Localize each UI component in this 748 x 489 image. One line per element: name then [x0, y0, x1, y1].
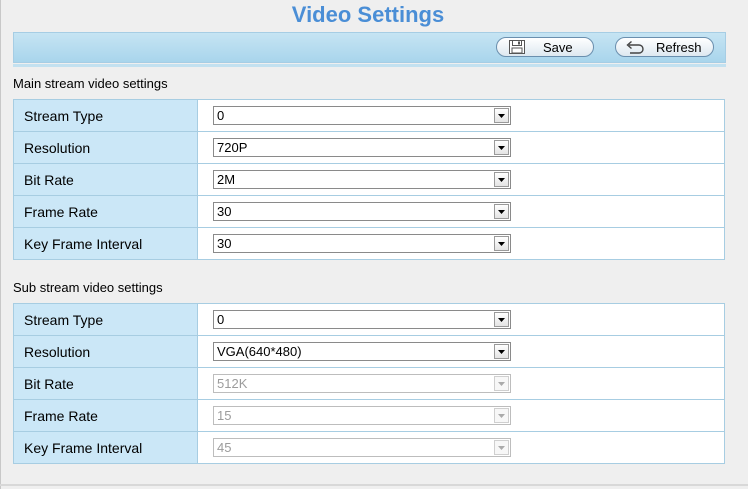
main-value-cell-frame-rate: 30 [197, 195, 725, 228]
sub-resolution-select[interactable]: VGA(640*480) [213, 342, 511, 361]
sub-label-frame-rate: Frame Rate [13, 399, 198, 432]
main-bit-rate-selected-value: 2M [217, 172, 236, 187]
sub-row-key-frame-interval: Key Frame Interval 45 [13, 431, 725, 464]
sub-frame-rate-select: 15 [213, 406, 511, 425]
dropdown-arrow-icon [494, 376, 509, 391]
dropdown-arrow-icon[interactable] [494, 140, 509, 155]
main-resolution-selected-value: 720P [217, 140, 248, 155]
sub-bit-rate-select: 512K [213, 374, 511, 393]
main-label-key-frame-interval: Key Frame Interval [13, 227, 198, 260]
page-bottom-border [0, 484, 748, 486]
floppy-disk-icon [509, 40, 525, 54]
toolbar-divider [13, 64, 726, 67]
main-label-stream-type: Stream Type [13, 99, 198, 132]
main-stream-type-selected-value: 0 [217, 108, 225, 123]
main-value-cell-bit-rate: 2M [197, 163, 725, 196]
dropdown-arrow-icon[interactable] [494, 108, 509, 123]
sub-key-frame-interval-selected-value: 45 [217, 440, 232, 455]
sub-label-resolution: Resolution [13, 335, 198, 368]
sub-value-cell-bit-rate: 512K [197, 367, 725, 400]
dropdown-arrow-icon[interactable] [494, 172, 509, 187]
sub-row-resolution: Resolution VGA(640*480) [13, 335, 725, 368]
main-row-key-frame-interval: Key Frame Interval 30 [13, 227, 725, 260]
main-value-cell-key-frame-interval: 30 [197, 227, 725, 260]
sub-stream-table: Stream Type 0 Resolution VGA(640*480) Bit Ra… [13, 303, 725, 464]
main-key-frame-interval-selected-value: 30 [217, 236, 232, 251]
sub-frame-rate-selected-value: 15 [217, 408, 232, 423]
sub-stream-type-selected-value: 0 [217, 312, 225, 327]
main-stream-type-select[interactable]: 0 [213, 106, 511, 125]
sub-value-cell-frame-rate: 15 [197, 399, 725, 432]
sub-value-cell-resolution: VGA(640*480) [197, 335, 725, 368]
dropdown-arrow-icon[interactable] [494, 312, 509, 327]
sub-row-stream-type: Stream Type 0 [13, 303, 725, 336]
main-label-bit-rate: Bit Rate [13, 163, 198, 196]
sub-bit-rate-selected-value: 512K [217, 376, 248, 391]
sub-stream-heading: Sub stream video settings [13, 280, 163, 295]
main-row-bit-rate: Bit Rate 2M [13, 163, 725, 196]
sub-row-frame-rate: Frame Rate 15 [13, 399, 725, 432]
main-value-cell-resolution: 720P [197, 131, 725, 164]
page-title: Video Settings [291, 2, 445, 27]
main-label-frame-rate: Frame Rate [13, 195, 198, 228]
sub-row-bit-rate: Bit Rate 512K [13, 367, 725, 400]
sub-resolution-selected-value: VGA(640*480) [217, 344, 302, 359]
refresh-label: Refresh [656, 39, 702, 55]
page-border [0, 0, 1, 489]
save-button[interactable]: Save [496, 37, 594, 57]
main-stream-table: Stream Type 0 Resolution 720P Bit Rate 2M Fram… [13, 99, 725, 260]
main-stream-heading: Main stream video settings [13, 76, 168, 91]
refresh-button[interactable]: Refresh [615, 37, 714, 57]
sub-stream-type-select[interactable]: 0 [213, 310, 511, 329]
dropdown-arrow-icon [494, 408, 509, 423]
sub-value-cell-key-frame-interval: 45 [197, 431, 725, 464]
undo-arrow-icon [625, 40, 645, 54]
main-label-resolution: Resolution [13, 131, 198, 164]
sub-value-cell-stream-type: 0 [197, 303, 725, 336]
dropdown-arrow-icon[interactable] [494, 204, 509, 219]
main-row-stream-type: Stream Type 0 [13, 99, 725, 132]
sub-label-key-frame-interval: Key Frame Interval [13, 431, 198, 464]
main-key-frame-interval-select[interactable]: 30 [213, 234, 511, 253]
main-row-resolution: Resolution 720P [13, 131, 725, 164]
dropdown-arrow-icon[interactable] [494, 236, 509, 251]
save-label: Save [543, 39, 573, 55]
dropdown-arrow-icon [494, 440, 509, 455]
main-resolution-select[interactable]: 720P [213, 138, 511, 157]
main-frame-rate-selected-value: 30 [217, 204, 232, 219]
main-frame-rate-select[interactable]: 30 [213, 202, 511, 221]
sub-label-bit-rate: Bit Rate [13, 367, 198, 400]
toolbar: Save Refresh [13, 32, 726, 63]
main-bit-rate-select[interactable]: 2M [213, 170, 511, 189]
main-row-frame-rate: Frame Rate 30 [13, 195, 725, 228]
main-value-cell-stream-type: 0 [197, 99, 725, 132]
dropdown-arrow-icon[interactable] [494, 344, 509, 359]
sub-key-frame-interval-select: 45 [213, 438, 511, 457]
sub-label-stream-type: Stream Type [13, 303, 198, 336]
